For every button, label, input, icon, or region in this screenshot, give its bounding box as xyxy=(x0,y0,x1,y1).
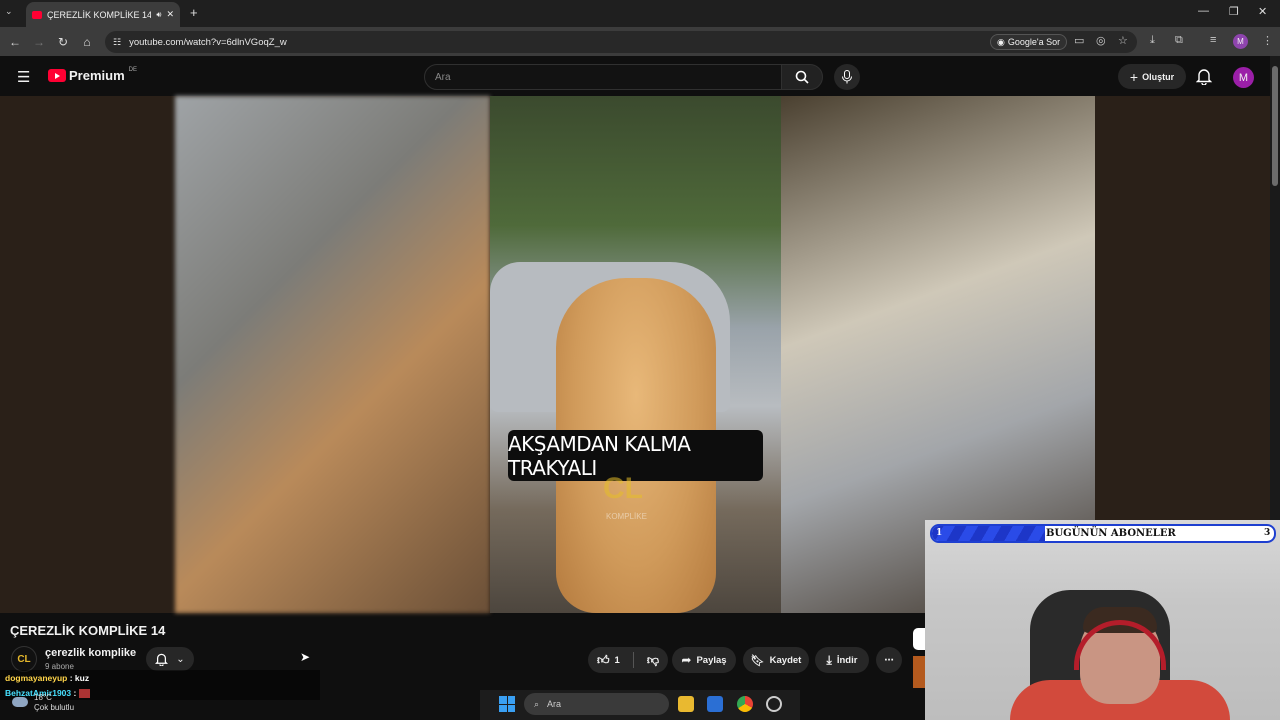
mouse-cursor-icon: ➤ xyxy=(300,650,311,664)
like-count: 1 xyxy=(614,654,620,666)
bookmark-star-icon[interactable]: ☆ xyxy=(1118,34,1128,47)
goal-label: BUGÜNÜN ABONELER xyxy=(1046,528,1176,539)
microphone-icon xyxy=(842,70,852,84)
download-button[interactable]: ⤓ İndir xyxy=(815,647,869,673)
address-bar[interactable]: ☷ youtube.com/watch?v=6dlnVGoqZ_w xyxy=(105,31,1137,53)
browser-menu-icon[interactable]: ⋮ xyxy=(1262,34,1273,47)
chat-user: dogmayaneyup xyxy=(5,673,68,683)
search-icon: ⌕ xyxy=(534,698,540,709)
subscriber-goal-fill xyxy=(932,526,1045,541)
google-ask-label: Google'a Sor xyxy=(1007,37,1061,47)
chat-message: dogmayaneyup : kuz xyxy=(5,673,90,683)
more-actions-button[interactable]: ⋯ xyxy=(876,647,902,673)
scrollbar-thumb[interactable] xyxy=(1272,66,1278,186)
subscription-bell-button[interactable]: ⌄ xyxy=(146,647,194,671)
tab-search-icon[interactable]: ⌄ xyxy=(5,6,13,17)
forward-icon[interactable]: → xyxy=(27,35,51,49)
browser-tab[interactable]: ÇEREZLİK KOMPLİKE 14 - Yo 🔊︎ ✕ xyxy=(26,2,180,27)
share-icon: ➦ xyxy=(681,653,692,667)
notifications-button[interactable] xyxy=(1195,67,1213,90)
blurred-background-left xyxy=(175,96,490,613)
thumbs-down-icon: 👎︎ xyxy=(646,652,660,667)
site-info-icon[interactable]: ☷ xyxy=(113,37,121,48)
search-input[interactable]: Ara xyxy=(424,64,782,90)
media-queue-icon[interactable]: ≡ xyxy=(1210,34,1216,46)
share-label: Paylaş xyxy=(696,654,727,666)
account-avatar[interactable]: M xyxy=(1233,67,1254,88)
dislike-button[interactable]: 👎︎ xyxy=(647,653,659,668)
video-title: ÇEREZLİK KOMPLİKE 14 xyxy=(10,623,166,638)
divider xyxy=(632,652,634,668)
download-label: İndir xyxy=(836,654,858,666)
taskbar-search-placeholder: Ara xyxy=(547,699,562,709)
chat-text: kuz xyxy=(74,673,90,683)
reload-icon[interactable]: ↻ xyxy=(51,35,75,49)
channel-watermark-sub: KOMPLİKE xyxy=(606,512,647,521)
extensions-icon[interactable]: ⧉ xyxy=(1175,34,1183,47)
create-button[interactable]: + Oluştur xyxy=(1118,64,1186,89)
like-dislike-group: 👍︎ 1 👎︎ xyxy=(588,647,668,673)
browser-profile-avatar[interactable]: M xyxy=(1233,34,1248,49)
taskbar-search[interactable]: ⌕ Ara xyxy=(524,693,669,715)
save-label: Kaydet xyxy=(769,654,802,666)
create-label: Oluştur xyxy=(1142,71,1175,82)
weather-widget[interactable]: 18°C Çok bulutlu xyxy=(12,693,74,713)
more-icon: ⋯ xyxy=(884,654,894,666)
youtube-premium-logo[interactable]: Premium DE xyxy=(48,66,137,83)
windows-start-icon[interactable] xyxy=(499,696,515,712)
home-icon[interactable]: ⌂ xyxy=(75,35,99,49)
back-icon[interactable]: ← xyxy=(3,35,27,49)
youtube-favicon-icon xyxy=(32,10,42,19)
goal-current: 1 xyxy=(936,528,943,538)
search-icon xyxy=(795,70,809,84)
emote-icon xyxy=(78,689,90,699)
plus-icon: + xyxy=(1129,68,1139,85)
cast-icon[interactable]: ▭ xyxy=(1074,34,1084,47)
goal-target: 3 xyxy=(1264,528,1271,538)
hamburger-menu-icon[interactable]: ☰ xyxy=(17,68,30,86)
bookmark-icon: 🔖︎ xyxy=(750,654,765,667)
restore-button[interactable]: ❐ xyxy=(1229,5,1239,18)
tab-close-icon[interactable]: ✕ xyxy=(166,9,174,20)
logo-text: Premium xyxy=(69,68,125,83)
app-icon[interactable] xyxy=(766,696,782,712)
chrome-icon[interactable] xyxy=(737,696,753,712)
window-close-button[interactable]: ✕ xyxy=(1258,5,1267,18)
side-chip[interactable] xyxy=(913,628,925,650)
recommendation-thumbnail[interactable] xyxy=(913,656,925,688)
url-text: youtube.com/watch?v=6dlnVGoqZ_w xyxy=(129,36,287,48)
like-button[interactable]: 👍︎ 1 xyxy=(597,653,620,668)
share-button[interactable]: ➦ Paylaş xyxy=(672,647,736,673)
minimize-button[interactable]: — xyxy=(1198,5,1209,17)
tab-title: ÇEREZLİK KOMPLİKE 14 - Yo xyxy=(47,9,152,20)
chevron-down-icon: ⌄ xyxy=(176,653,185,665)
channel-name[interactable]: çerezlik komplike xyxy=(45,647,136,659)
channel-watermark: CL xyxy=(603,472,643,505)
bell-icon xyxy=(155,653,169,666)
youtube-play-icon xyxy=(48,69,66,82)
save-button[interactable]: 🔖︎ Kaydet xyxy=(743,647,809,673)
file-explorer-icon[interactable] xyxy=(678,696,694,712)
thumbs-up-icon: 👍︎ xyxy=(596,652,610,667)
google-ask-button[interactable]: ◉ Google'a Sor xyxy=(990,34,1068,50)
download-icon: ⤓ xyxy=(826,652,832,667)
lens-icon: ◉ xyxy=(997,36,1005,47)
cloud-icon xyxy=(12,697,28,707)
download-icon[interactable]: ⤓ xyxy=(1150,34,1155,47)
mail-icon[interactable] xyxy=(707,696,723,712)
eye-off-icon[interactable]: ◎ xyxy=(1096,34,1106,47)
bell-icon xyxy=(1195,69,1213,86)
audio-icon[interactable]: 🔊︎ xyxy=(156,10,161,20)
search-button[interactable] xyxy=(781,64,823,90)
voice-search-button[interactable] xyxy=(834,64,860,90)
logo-region: DE xyxy=(128,66,137,73)
channel-avatar[interactable]: CL xyxy=(11,646,37,672)
new-tab-button[interactable]: + xyxy=(190,5,198,20)
